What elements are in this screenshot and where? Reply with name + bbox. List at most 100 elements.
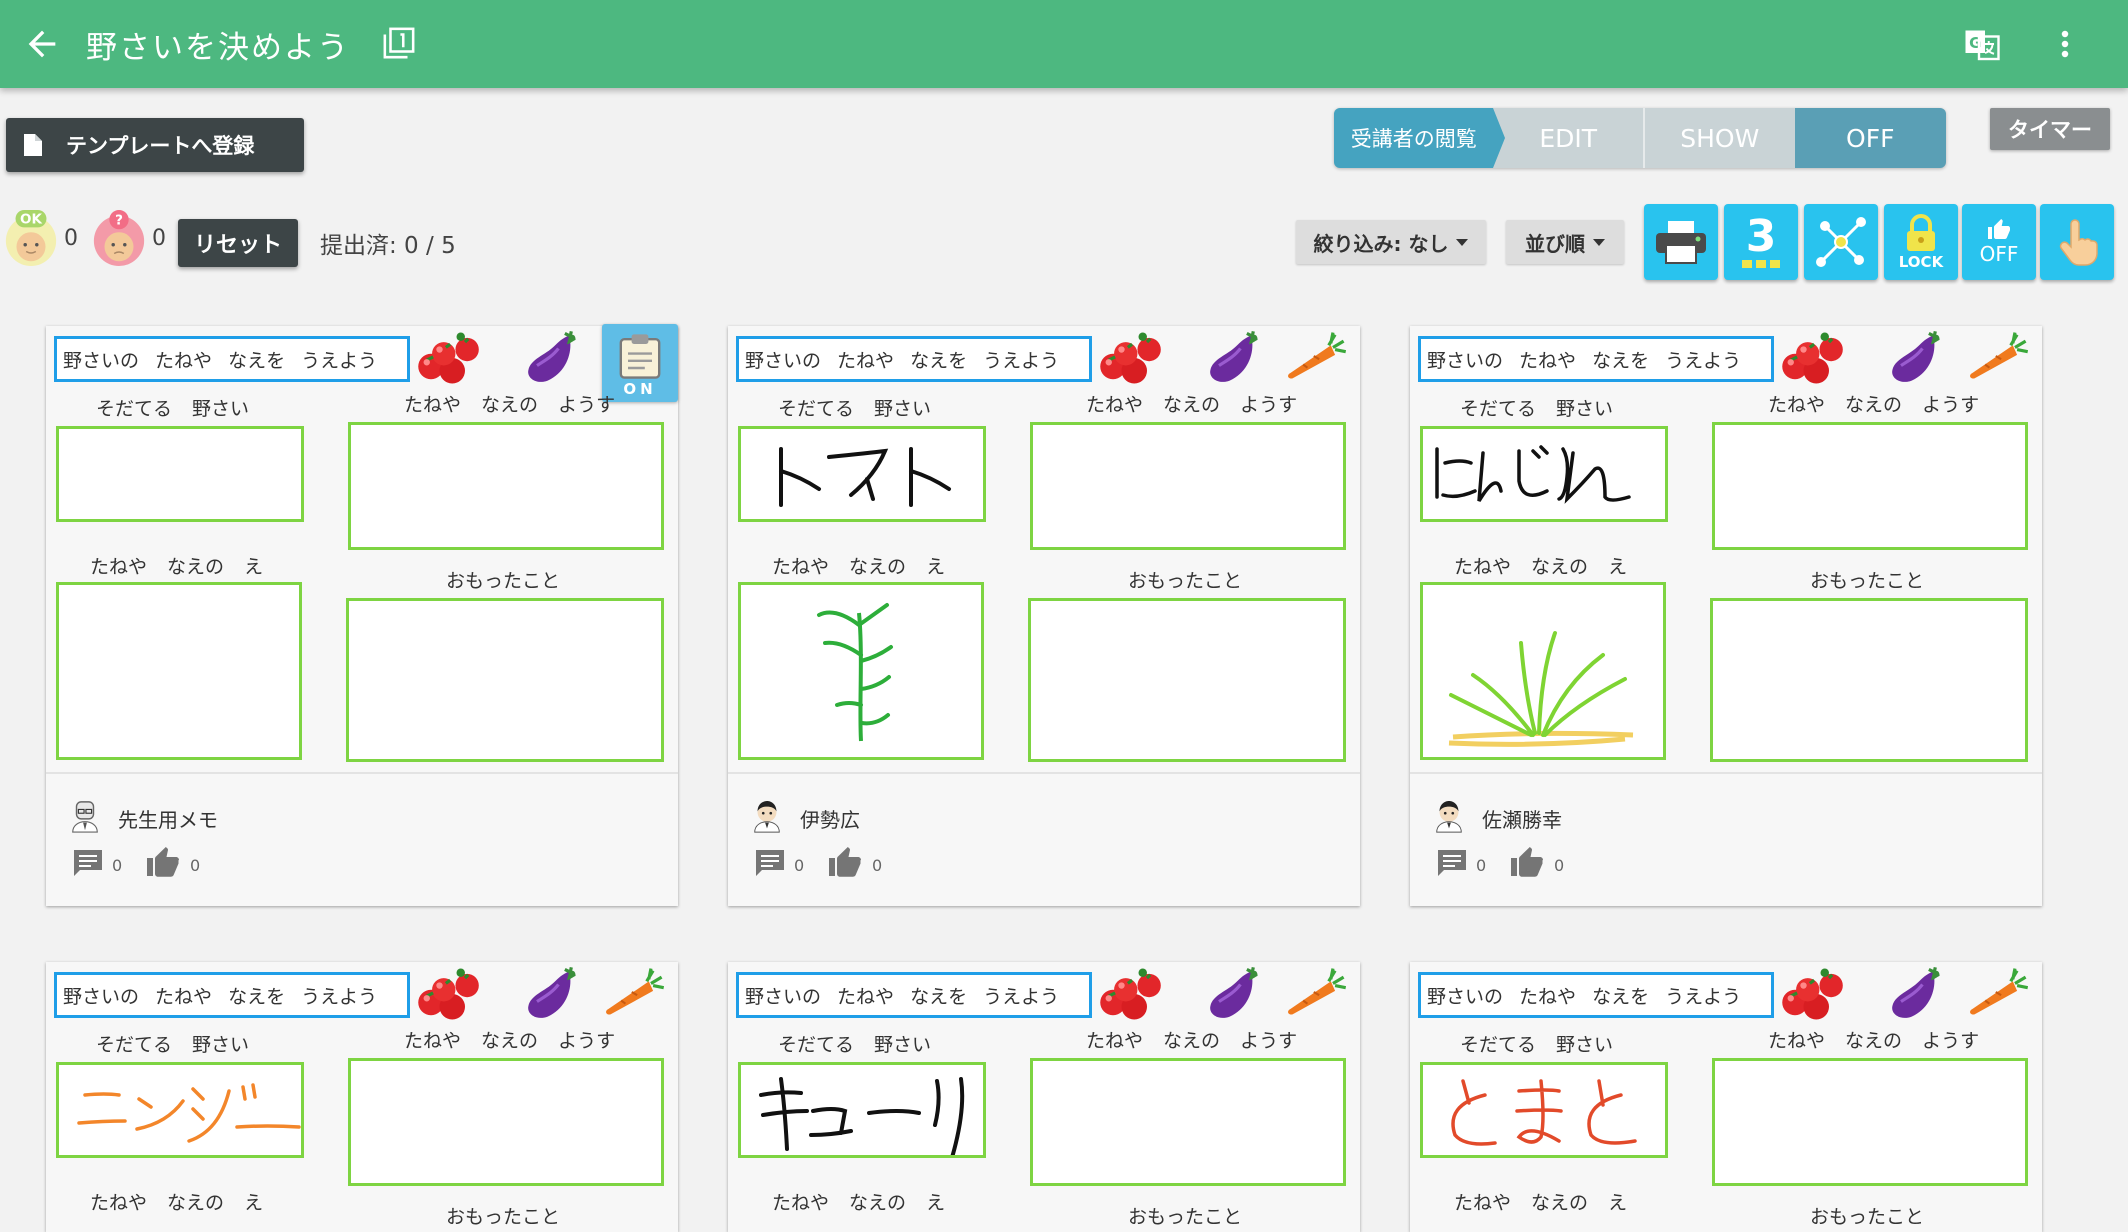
lock-button[interactable]: LOCK: [1884, 204, 1958, 280]
student-avatar-icon: [1436, 800, 1462, 833]
state-box[interactable]: [348, 1058, 664, 1186]
carrot-icon: [1968, 966, 2030, 1017]
like-toggle-button[interactable]: OFF: [1962, 204, 2036, 280]
state-label: たねや なえの ようす: [404, 1030, 616, 1052]
viewer-mode-label: 受講者の閲覧: [1334, 108, 1507, 168]
filter-dropdown[interactable]: 絞り込み: なし: [1296, 220, 1486, 264]
reset-button[interactable]: リセット: [178, 219, 298, 267]
register-template-button[interactable]: テンプレートへ登録: [6, 118, 304, 172]
register-template-label: テンプレートへ登録: [66, 134, 255, 158]
state-label: たねや なえの ようす: [404, 394, 616, 416]
card-divider: [1410, 772, 2042, 774]
comment-icon[interactable]: [1436, 848, 1468, 878]
card-author: 伊勢広: [800, 808, 860, 832]
state-box[interactable]: [1712, 1058, 2028, 1186]
mode-off-button[interactable]: OFF: [1794, 108, 1946, 168]
comment-icon[interactable]: [72, 848, 104, 878]
grow-box[interactable]: [1420, 1062, 1668, 1158]
picture-box[interactable]: [1420, 582, 1666, 760]
card-author: 佐瀬勝幸: [1482, 808, 1562, 832]
card-header: 野さいの たねや なえを うえよう: [736, 972, 1092, 1018]
like-icon[interactable]: [1510, 846, 1544, 878]
tomato-icon: [1098, 966, 1163, 1022]
mode-edit-button[interactable]: EDIT: [1493, 108, 1645, 168]
filter-label: 絞り込み: なし: [1313, 231, 1449, 256]
grow-label: そだてる 野さい: [1460, 1034, 1614, 1056]
print-button[interactable]: [1644, 204, 1718, 280]
eggplant-icon: [526, 329, 578, 384]
thought-box[interactable]: [1028, 598, 1346, 762]
columns-button[interactable]: 3: [1724, 204, 1798, 280]
submitted-count: 提出済: 0 / 5: [320, 233, 456, 259]
pointer-button[interactable]: [2040, 204, 2114, 280]
grow-box[interactable]: [1420, 426, 1668, 522]
page-number-icon[interactable]: [382, 26, 416, 60]
translate-icon[interactable]: G: [1964, 26, 2000, 62]
eggplant-icon: [526, 965, 578, 1020]
like-icon[interactable]: [828, 846, 862, 878]
student-avatar-icon: [754, 800, 780, 833]
comment-count: 0: [794, 856, 805, 875]
drawing-seedling: [817, 603, 893, 742]
ok-count: 0: [64, 226, 78, 251]
card-student[interactable]: 野さいの たねや なえを うえよう そだてる 野さい たねや なえの ようす た…: [1410, 962, 2042, 1232]
grow-box[interactable]: [738, 1062, 986, 1187]
state-box[interactable]: [348, 422, 664, 550]
card-student[interactable]: 野さいの たねや なえを うえよう そだてる 野さい たねや なえの ようす た…: [728, 962, 1360, 1232]
columns-number: 3: [1745, 211, 1777, 262]
more-vert-icon[interactable]: [2050, 24, 2080, 64]
like-toggle-label: OFF: [1979, 242, 2019, 266]
state-label: たねや なえの ようす: [1768, 1030, 1980, 1052]
card-author: 先生用メモ: [118, 808, 218, 832]
thought-box[interactable]: [1710, 598, 2028, 762]
state-box[interactable]: [1030, 1058, 1346, 1186]
carrot-icon: [1968, 330, 2030, 381]
grow-box[interactable]: [56, 426, 304, 522]
back-arrow-icon[interactable]: [22, 24, 62, 64]
carrot-icon: [1286, 966, 1348, 1017]
printer-icon: [1656, 221, 1706, 264]
grow-label: そだてる 野さい: [96, 398, 250, 420]
card-divider: [728, 772, 1360, 774]
eggplant-icon: [1890, 329, 1942, 384]
grow-box[interactable]: [56, 1062, 304, 1158]
state-box[interactable]: [1030, 422, 1346, 550]
like-icon[interactable]: [146, 846, 180, 878]
card-student[interactable]: 野さいの たねや なえを うえよう そだてる 野さい たねや なえの ようす た…: [728, 326, 1360, 906]
picture-label: たねや なえの え: [1454, 1192, 1628, 1214]
thought-label: おもったこと: [1128, 570, 1243, 592]
card-header: 野さいの たねや なえを うえよう: [736, 336, 1092, 382]
card-header: 野さいの たねや なえを うえよう: [1418, 972, 1774, 1018]
network-button[interactable]: [1804, 204, 1878, 280]
grow-label: そだてる 野さい: [778, 398, 932, 420]
state-box[interactable]: [1712, 422, 2028, 550]
grow-label: そだてる 野さい: [1460, 398, 1614, 420]
lock-icon: [1907, 214, 1935, 251]
picture-label: たねや なえの え: [772, 556, 946, 578]
timer-button[interactable]: タイマー: [1990, 108, 2110, 150]
handwriting-ninjin-katakana: [77, 1083, 301, 1143]
comment-icon[interactable]: [754, 848, 786, 878]
mode-show-button[interactable]: SHOW: [1645, 108, 1795, 168]
document-icon: [24, 134, 42, 156]
svg-text:OK: OK: [20, 212, 42, 228]
card-divider: [46, 772, 678, 774]
eggplant-icon: [1890, 965, 1942, 1020]
grow-label: そだてる 野さい: [96, 1034, 250, 1056]
thought-box[interactable]: [346, 598, 664, 762]
tomato-icon: [416, 966, 481, 1022]
picture-box[interactable]: [738, 582, 984, 760]
ok-face-icon[interactable]: OK: [2, 208, 60, 268]
hand-pointer-icon: [2059, 219, 2098, 266]
grow-label: そだてる 野さい: [778, 1034, 932, 1056]
card-teacher-memo[interactable]: 野さいの たねや なえを うえよう ON そだてる 野さい たねや なえの よう…: [46, 324, 678, 906]
picture-box[interactable]: [56, 582, 302, 760]
card-student[interactable]: 野さいの たねや なえを うえよう そだてる 野さい たねや なえの ようす た…: [46, 962, 678, 1232]
sort-dropdown[interactable]: 並び順: [1506, 220, 1624, 264]
lock-label: LOCK: [1898, 253, 1944, 271]
eggplant-icon: [1208, 965, 1260, 1020]
grow-box[interactable]: [738, 426, 986, 522]
card-student[interactable]: 野さいの たねや なえを うえよう そだてる 野さい たねや なえの ようす た…: [1410, 326, 2042, 906]
question-face-icon[interactable]: ?: [90, 208, 148, 268]
picture-label: たねや なえの え: [772, 1192, 946, 1214]
